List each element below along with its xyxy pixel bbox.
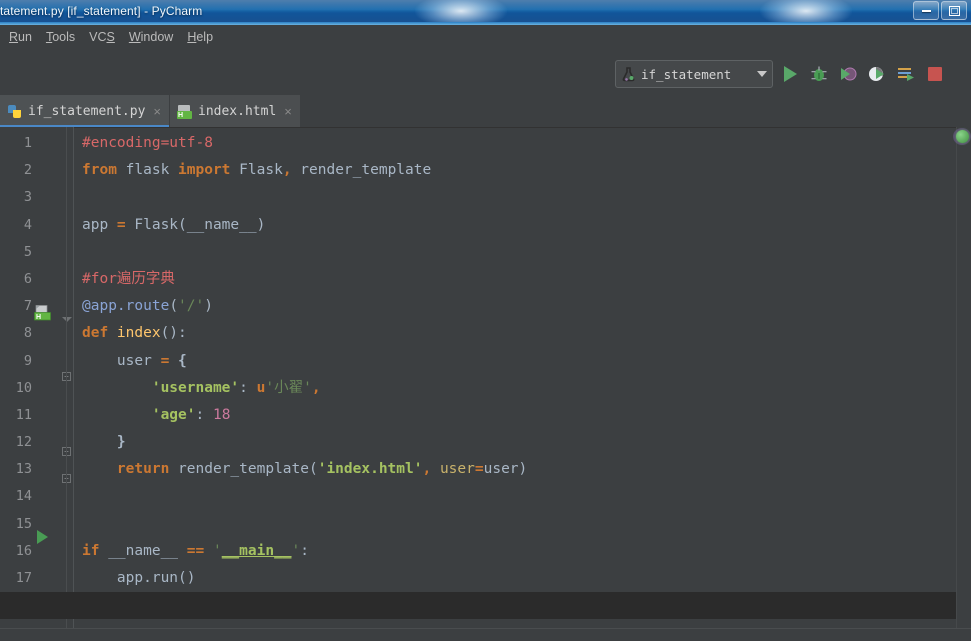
restore-button[interactable] — [941, 1, 967, 20]
line-number: 1 — [23, 135, 32, 151]
window-controls — [913, 1, 967, 20]
line-number: 13 — [15, 461, 32, 478]
run-configuration-selector[interactable]: if_statement — [615, 60, 773, 88]
svg-text:H: H — [36, 314, 41, 321]
run-with-coverage-button[interactable] — [838, 64, 858, 84]
inspection-status-icon[interactable] — [956, 130, 969, 143]
profile-icon — [869, 67, 884, 81]
tab-label: index.html — [198, 103, 277, 119]
line-number: 6 — [23, 270, 32, 287]
menu-item-vcs[interactable]: VCS — [82, 28, 122, 46]
editor-tabbar: if_statement.py × H index.html × — [0, 95, 971, 127]
line-number: 15 — [15, 515, 32, 532]
menu-item-run[interactable]: Run — [2, 28, 39, 46]
related-html-template-icon[interactable]: H — [34, 305, 51, 321]
code-line-16[interactable]: if __name__ == '__main__': — [74, 538, 953, 565]
code-line-1[interactable]: #encoding=utf-8 — [74, 130, 953, 157]
window-title: tatement.py [if_statement] - PyCharm — [0, 4, 203, 18]
line-number: 2 — [23, 162, 32, 179]
python-file-icon — [7, 104, 22, 119]
profile-button[interactable] — [867, 64, 887, 84]
error-stripe-scrollbar[interactable] — [953, 127, 971, 641]
line-number: 11 — [15, 406, 32, 423]
pycharm-window: tatement.py [if_statement] - PyCharm Run… — [0, 0, 971, 641]
code-line-12[interactable]: } — [74, 429, 953, 456]
code-line-3[interactable] — [74, 184, 953, 211]
code-token-comment-chinese: #for遍历字典 — [82, 270, 175, 287]
line-number: 17 — [15, 570, 32, 586]
menu-item-tools[interactable]: Tools — [39, 28, 82, 46]
code-editor[interactable]: 1 2 3 4 5 6 7 8 9 10 11 12 13 14 15 16 1… — [0, 127, 971, 641]
run-toolbar-buttons — [780, 60, 945, 88]
run-triangle-icon — [783, 66, 797, 82]
editor-gutter[interactable]: 1 2 3 4 5 6 7 8 9 10 11 12 13 14 15 16 1… — [0, 127, 74, 641]
code-line-10[interactable]: 'username': u'小翟', — [74, 375, 953, 402]
code-line-18[interactable] — [0, 592, 971, 620]
fold-arrow-line8[interactable] — [62, 317, 72, 322]
window-titlebar: tatement.py [if_statement] - PyCharm — [0, 0, 971, 25]
flask-run-config-icon — [621, 66, 637, 82]
code-line-14[interactable] — [74, 483, 953, 510]
line-number: 5 — [23, 243, 32, 260]
line-number: 7 — [23, 298, 32, 315]
code-line-8[interactable]: def index(): — [74, 320, 953, 347]
code-line-15[interactable] — [74, 511, 953, 538]
stop-square-icon — [928, 67, 942, 81]
tab-close-icon[interactable]: × — [153, 105, 161, 118]
debug-button[interactable] — [809, 64, 829, 84]
tab-if_statement-py[interactable]: if_statement.py × — [0, 95, 169, 127]
coverage-icon — [841, 67, 857, 81]
run-line-gutter-icon[interactable] — [37, 530, 48, 544]
line-number: 12 — [15, 434, 32, 451]
menu-item-window[interactable]: Window — [122, 28, 180, 46]
line-number: 9 — [23, 352, 32, 369]
run-button[interactable] — [780, 64, 800, 84]
tab-label: if_statement.py — [28, 103, 146, 119]
editor-bottom-strip — [0, 628, 971, 641]
code-line-6[interactable]: #for遍历字典 — [74, 266, 953, 293]
code-line-7[interactable]: @app.route('/') — [74, 293, 953, 320]
code-text-area[interactable]: #encoding=utf-8 from flask import Flask,… — [0, 127, 971, 620]
run-console-button[interactable] — [896, 64, 916, 84]
restore-icon — [948, 5, 960, 16]
tab-close-icon[interactable]: × — [284, 105, 292, 118]
run-configuration-label: if_statement — [641, 66, 732, 82]
line-number-column: 1 2 3 4 5 6 7 8 9 10 11 12 13 14 15 16 1… — [0, 127, 32, 619]
code-line-4[interactable]: app = Flask(__name__) — [74, 212, 953, 239]
code-line-17[interactable]: app.run() — [74, 565, 953, 592]
code-line-11[interactable]: 'age': 18 — [74, 402, 953, 429]
code-line-5[interactable] — [74, 239, 953, 266]
minimize-icon — [921, 9, 931, 12]
line-number: 10 — [15, 379, 32, 396]
menubar: Run Tools VCS Window Help — [0, 25, 971, 49]
line-number: 3 — [23, 189, 32, 206]
console-flow-icon — [898, 68, 914, 81]
tab-index-html[interactable]: H index.html × — [170, 95, 300, 127]
line-number: 14 — [15, 488, 32, 505]
code-line-2[interactable]: from flask import Flask, render_template — [74, 157, 953, 184]
html-file-icon: H — [177, 104, 192, 119]
chevron-down-icon[interactable] — [757, 71, 767, 77]
code-line-9[interactable]: user = { — [74, 348, 953, 375]
gutter-fold-rail — [66, 127, 67, 641]
line-number: 4 — [23, 216, 32, 233]
code-token-comment: #encoding=utf-8 — [82, 135, 213, 151]
menu-item-help[interactable]: Help — [180, 28, 220, 46]
minimize-button[interactable] — [913, 1, 939, 20]
debug-bug-icon — [811, 66, 827, 81]
line-number: 8 — [23, 325, 32, 342]
code-line-13[interactable]: return render_template('index.html', use… — [74, 456, 953, 483]
line-number: 16 — [15, 542, 32, 559]
stop-button[interactable] — [925, 64, 945, 84]
